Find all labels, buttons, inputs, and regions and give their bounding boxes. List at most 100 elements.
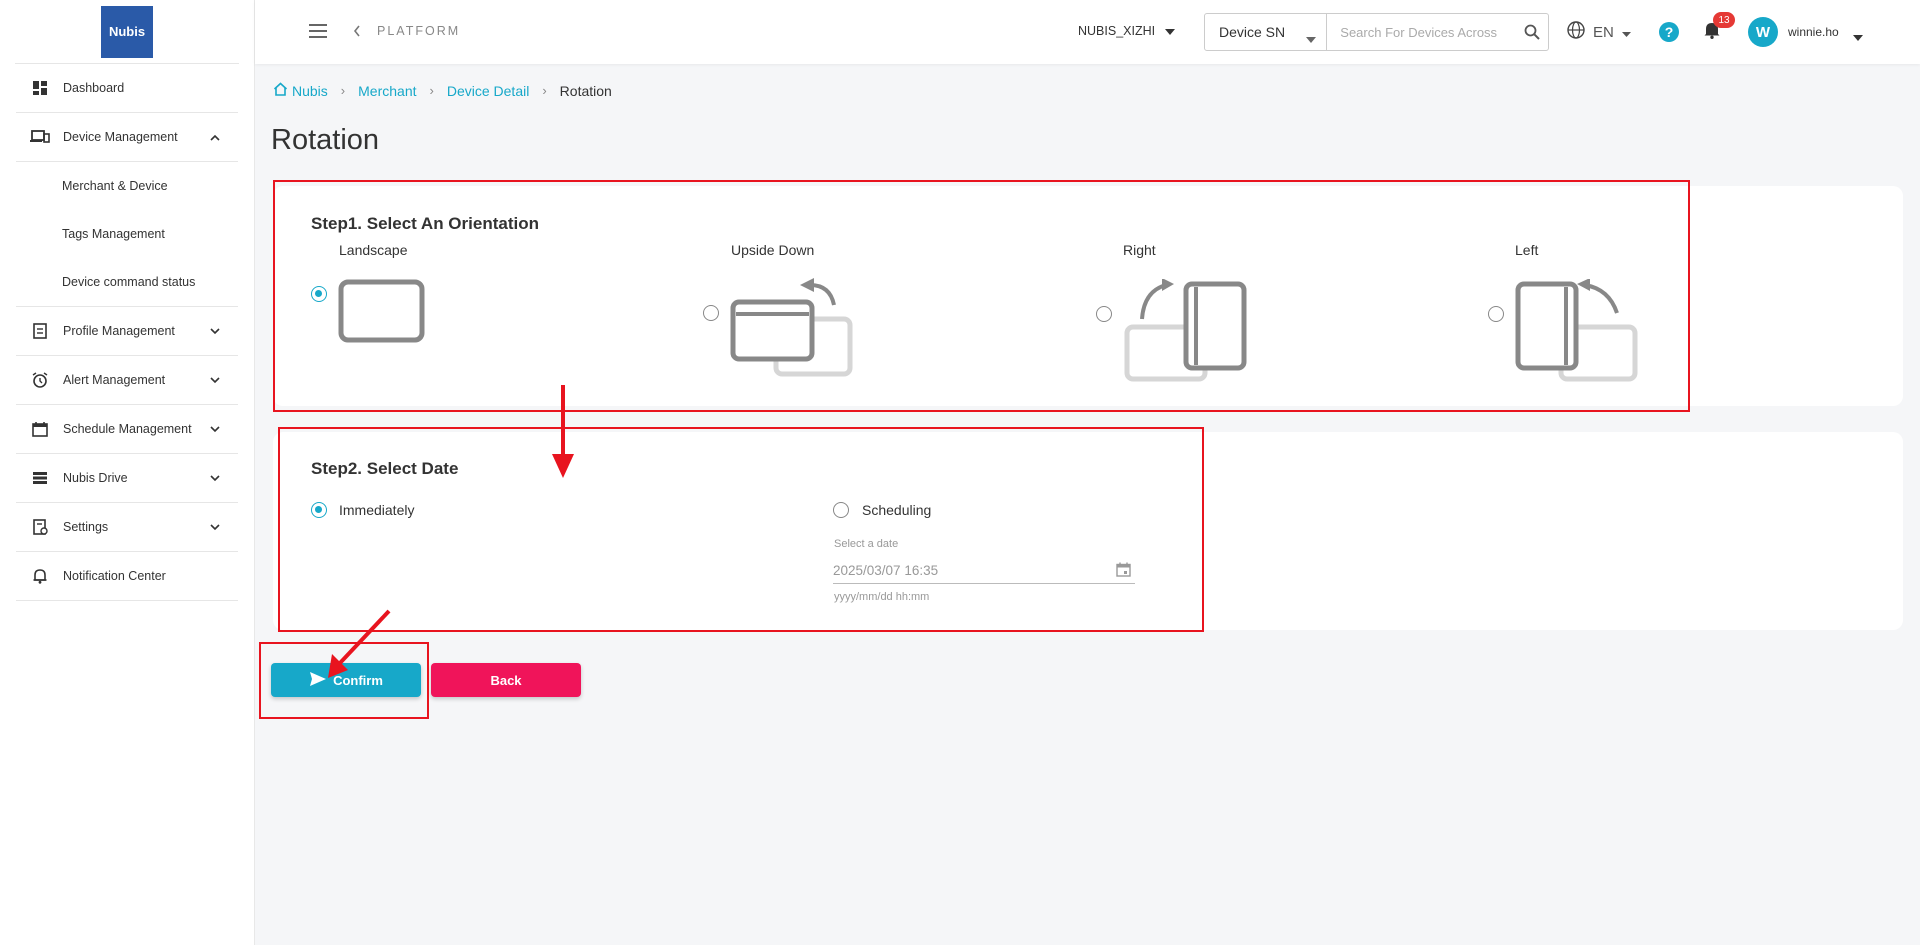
sidebar-item-label: Nubis Drive (63, 471, 128, 485)
chevron-right-icon: › (429, 83, 434, 98)
sidebar-subitem-device-command-status[interactable]: Device command status (16, 258, 238, 306)
chevron-right-icon: › (340, 83, 346, 98)
sidebar-item-label: Profile Management (63, 324, 175, 338)
sidebar-item-label: Settings (63, 520, 109, 534)
chevron-right-icon: › (542, 83, 547, 98)
caret-down-icon (1621, 24, 1631, 41)
orientation-landscape-radio[interactable] (311, 286, 327, 302)
date-field-label: Select a date (834, 538, 899, 550)
storage-icon (30, 468, 50, 488)
calendar-icon[interactable] (1116, 562, 1131, 580)
merchant-selector[interactable]: NUBIS_XIZHI (1078, 24, 1176, 38)
sidebar-item-label: Notification Center (63, 569, 166, 583)
profile-icon (30, 321, 50, 341)
chevron-down-icon (210, 373, 220, 387)
scheduling-radio[interactable] (833, 502, 849, 518)
breadcrumb-merchant[interactable]: Merchant (358, 83, 416, 99)
chevron-down-icon (210, 471, 220, 485)
avatar[interactable]: W (1748, 17, 1778, 47)
breadcrumb-current: Rotation (559, 82, 612, 99)
dashboard-icon (30, 78, 50, 98)
chevron-down-icon (210, 422, 220, 436)
menu-icon[interactable] (309, 24, 327, 38)
alarm-icon (30, 370, 50, 390)
confirm-button[interactable]: Confirm (271, 663, 421, 697)
page-title: Rotation (271, 124, 380, 156)
home-icon (273, 82, 288, 99)
sidebar: Nubis Dashboard Device Management Mercha… (0, 0, 255, 945)
device-search: Device SN (1204, 13, 1549, 51)
language-code: EN (1593, 23, 1614, 41)
back-button-label: Back (490, 672, 522, 688)
option-upside-down-label: Upside Down (731, 242, 815, 258)
sidebar-item-schedule-management[interactable]: Schedule Management (16, 405, 238, 454)
date-card (273, 432, 1903, 630)
sidebar-item-settings[interactable]: Settings (16, 503, 238, 552)
chevron-up-icon (210, 130, 220, 144)
logo-text: Nubis (108, 24, 146, 39)
upside-down-device-icon[interactable] (728, 277, 856, 383)
caret-down-icon (1306, 30, 1317, 46)
immediately-radio[interactable] (311, 502, 327, 518)
chevron-down-icon (210, 324, 220, 338)
send-icon (309, 671, 327, 690)
chevron-left-icon[interactable] (353, 24, 361, 43)
sidebar-item-profile-management[interactable]: Profile Management (16, 307, 238, 356)
option-landscape-label: Landscape (339, 242, 408, 258)
calendar-icon (30, 419, 50, 439)
logo-area: Nubis (15, 0, 239, 64)
platform-label: PLATFORM (377, 24, 461, 38)
search-type-select[interactable]: Device SN (1205, 14, 1328, 50)
sidebar-item-device-management[interactable]: Device Management (16, 113, 238, 162)
option-right-label: Right (1123, 242, 1156, 258)
scheduling-label: Scheduling (862, 502, 932, 518)
step2-title: Step2. Select Date (311, 459, 459, 478)
orientation-left-radio[interactable] (1488, 306, 1504, 322)
step1-title: Step1. Select An Orientation (311, 214, 539, 233)
sidebar-subitem-merchant-device[interactable]: Merchant & Device (16, 162, 238, 210)
breadcrumb-home[interactable]: Nubis (273, 82, 328, 99)
nubis-logo[interactable]: Nubis (101, 5, 153, 58)
help-icon[interactable]: ? (1659, 22, 1679, 42)
sidebar-subitem-tags-management[interactable]: Tags Management (16, 210, 238, 258)
landscape-device-icon[interactable] (338, 279, 426, 345)
date-value: 2025/03/07 16:35 (833, 563, 939, 578)
sidebar-item-notification-center[interactable]: Notification Center (16, 552, 238, 601)
confirm-button-label: Confirm (333, 672, 383, 688)
search-type-value: Device SN (1219, 24, 1286, 40)
top-header: PLATFORM NUBIS_XIZHI Device SN EN ? 13 W… (255, 0, 1920, 64)
rotate-right-device-icon[interactable] (1122, 279, 1250, 385)
sidebar-item-nubis-drive[interactable]: Nubis Drive (16, 454, 238, 503)
devices-icon (30, 127, 50, 147)
username[interactable]: winnie.ho (1788, 25, 1839, 39)
sidebar-item-label: Device Management (63, 130, 178, 144)
sidebar-item-dashboard[interactable]: Dashboard (16, 64, 238, 113)
language-selector[interactable]: EN (1567, 21, 1631, 43)
settings-icon (30, 517, 50, 537)
rotate-left-device-icon[interactable] (1513, 279, 1641, 385)
sidebar-item-label: Dashboard (63, 81, 125, 95)
search-icon[interactable] (1516, 14, 1548, 50)
sidebar-nav: Dashboard Device Management Merchant & D… (16, 64, 238, 601)
schedule-date-input[interactable]: 2025/03/07 16:35 (833, 558, 1135, 584)
sidebar-item-alert-management[interactable]: Alert Management (16, 356, 238, 405)
caret-down-icon (1165, 24, 1176, 38)
immediately-label: Immediately (339, 502, 415, 518)
orientation-right-radio[interactable] (1096, 306, 1112, 322)
bell-icon (30, 566, 50, 586)
search-input[interactable] (1327, 14, 1517, 50)
breadcrumb: Nubis › Merchant › Device Detail › Rotat… (273, 82, 612, 99)
globe-icon (1567, 21, 1585, 43)
device-submenu: Merchant & Device Tags Management Device… (16, 162, 238, 307)
merchant-name: NUBIS_XIZHI (1078, 24, 1156, 38)
chevron-down-icon (210, 520, 220, 534)
date-format-hint: yyyy/mm/dd hh:mm (834, 591, 930, 603)
caret-down-icon[interactable] (1853, 28, 1863, 46)
sidebar-item-label: Schedule Management (63, 422, 192, 436)
breadcrumb-home-label: Nubis (292, 82, 328, 99)
sidebar-item-label: Alert Management (63, 373, 166, 387)
orientation-upside-down-radio[interactable] (703, 305, 719, 321)
back-button[interactable]: Back (431, 663, 581, 697)
option-left-label: Left (1515, 242, 1539, 258)
breadcrumb-device-detail[interactable]: Device Detail (447, 83, 529, 99)
